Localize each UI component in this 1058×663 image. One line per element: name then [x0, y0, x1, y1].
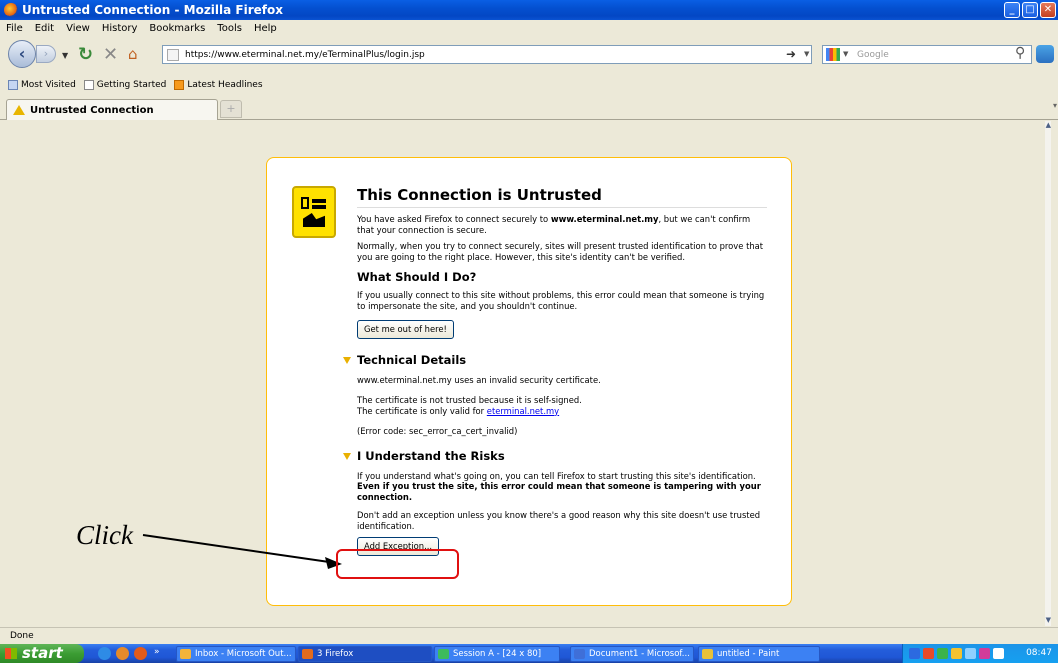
task-paint[interactable]: untitled - Paint — [698, 646, 820, 662]
page-title: This Connection is Untrusted — [357, 186, 767, 208]
maximize-button[interactable]: □ — [1022, 2, 1038, 18]
reload-icon[interactable]: ↻ — [78, 44, 93, 65]
bookmark-label: Most Visited — [21, 80, 76, 90]
bookmark-latest-headlines[interactable]: Latest Headlines — [174, 80, 263, 90]
close-button[interactable]: ✕ — [1040, 2, 1056, 18]
tab-title: Untrusted Connection — [30, 104, 154, 116]
risks-paragraph: If you understand what's going on, you c… — [357, 470, 761, 502]
forward-button[interactable]: › — [36, 45, 56, 63]
bookmark-getting-started[interactable]: Getting Started — [83, 80, 167, 90]
understand-risks-heading[interactable]: I Understand the Risks — [343, 449, 767, 463]
error-panel: This Connection is Untrusted You have as… — [266, 157, 792, 606]
tray-icon[interactable] — [965, 648, 976, 659]
system-tray: 08:47 — [902, 644, 1058, 663]
minimize-button[interactable]: _ — [1004, 2, 1020, 18]
url-text: https://www.eterminal.net.my/eTerminalPl… — [185, 49, 425, 60]
tab-list-icon[interactable]: ▾ — [1053, 101, 1057, 110]
search-input[interactable]: ▼ Google — [822, 45, 1032, 64]
what-should-i-do-text: If you usually connect to this site with… — [357, 290, 765, 311]
intro-paragraph: You have asked Firefox to connect secure… — [357, 214, 751, 235]
go-arrow-icon[interactable]: ➜ — [786, 47, 796, 61]
tray-icon[interactable] — [909, 648, 920, 659]
start-button[interactable]: start — [0, 644, 84, 663]
page-icon — [83, 80, 94, 90]
tab-strip: Untrusted Connection + ▾ — [0, 98, 1058, 120]
task-inbox[interactable]: Inbox - Microsoft Out... — [176, 646, 296, 662]
tech-detail-line: The certificate is not trusted because i… — [357, 395, 582, 405]
internet-explorer-icon[interactable] — [98, 647, 111, 660]
folder-icon — [8, 80, 18, 90]
error-body: This Connection is Untrusted You have as… — [343, 186, 767, 556]
tech-detail-line: The certificate is only valid for etermi… — [357, 405, 560, 416]
menu-tools[interactable]: Tools — [217, 23, 242, 34]
windows-logo-icon — [5, 648, 17, 659]
search-icon[interactable]: ⚲ — [1015, 45, 1025, 61]
get-me-out-button[interactable]: Get me out of here! — [357, 320, 454, 339]
task-session[interactable]: Session A - [24 x 80] — [434, 646, 560, 662]
navigation-toolbar: ‹ › ▼ ↻ ✕ ⌂ https://www.eterminal.net.my… — [0, 37, 1058, 71]
scroll-up-icon[interactable]: ▲ — [1046, 121, 1051, 129]
add-exception-highlight — [336, 549, 459, 579]
site-hostname: www.eterminal.net.my — [550, 214, 659, 224]
menu-history[interactable]: History — [102, 23, 138, 34]
url-bar[interactable]: https://www.eterminal.net.my/eTerminalPl… — [162, 45, 812, 64]
window-controls: _ □ ✕ — [1004, 2, 1056, 18]
certificate-domain-link[interactable]: eterminal.net.my — [487, 406, 559, 416]
firefox-icon — [4, 3, 18, 17]
stop-icon[interactable]: ✕ — [103, 44, 118, 65]
click-annotation-label: Click — [76, 520, 133, 550]
menu-view[interactable]: View — [66, 23, 90, 34]
tray-icon[interactable] — [937, 648, 948, 659]
menu-edit[interactable]: Edit — [35, 23, 54, 34]
home-icon[interactable]: ⌂ — [128, 45, 138, 63]
bookmark-most-visited[interactable]: Most Visited — [8, 80, 76, 90]
history-dropdown-icon[interactable]: ▼ — [62, 51, 68, 60]
error-code: (Error code: sec_error_ca_cert_invalid) — [357, 426, 518, 436]
firefox-quicklaunch-icon[interactable] — [134, 647, 147, 660]
what-should-i-do-heading: What Should I Do? — [357, 270, 477, 284]
search-placeholder: Google — [857, 49, 889, 60]
menu-bookmarks[interactable]: Bookmarks — [149, 23, 205, 34]
tray-icons — [909, 648, 1004, 659]
expand-triangle-icon — [343, 452, 351, 460]
exception-warning: Don't add an exception unless you know t… — [357, 510, 761, 531]
outlook-quicklaunch-icon[interactable] — [116, 647, 129, 660]
page-content: This Connection is Untrusted You have as… — [7, 121, 1051, 626]
tray-icon[interactable] — [923, 648, 934, 659]
page-favicon-icon — [167, 49, 179, 61]
menu-bar: File Edit View History Bookmarks Tools H… — [0, 20, 1058, 37]
vertical-scrollbar[interactable]: ▲ ▼ — [1045, 121, 1051, 626]
addon-icon[interactable] — [1036, 45, 1054, 63]
url-dropdown-icon[interactable]: ▼ — [804, 50, 809, 58]
status-bar: Done — [0, 627, 1058, 644]
untrusted-guard-icon — [292, 186, 336, 238]
task-firefox[interactable]: 3 Firefox — [298, 646, 432, 662]
search-engine-dropdown-icon[interactable]: ▼ — [843, 50, 848, 58]
task-document[interactable]: Document1 - Microsof... — [570, 646, 694, 662]
tray-icon[interactable] — [951, 648, 962, 659]
warning-icon — [13, 105, 25, 115]
windows-taskbar: start » Inbox - Microsoft Out... 3 Firef… — [0, 644, 1058, 663]
rss-feed-icon — [174, 80, 185, 90]
back-button[interactable]: ‹ — [8, 40, 36, 68]
tech-detail-line: www.eterminal.net.my uses an invalid sec… — [357, 374, 601, 385]
volume-icon[interactable] — [993, 648, 1004, 659]
tray-icon[interactable] — [979, 648, 990, 659]
explanation-paragraph: Normally, when you try to connect secure… — [357, 241, 764, 262]
more-quicklaunch-icon[interactable]: » — [154, 647, 160, 657]
expand-triangle-icon — [343, 356, 351, 364]
clock: 08:47 — [1026, 648, 1052, 658]
window-title-bar: Untrusted Connection - Mozilla Firefox _… — [0, 0, 1058, 20]
menu-help[interactable]: Help — [254, 23, 277, 34]
bookmarks-toolbar: Most Visited Getting Started Latest Head… — [0, 77, 1058, 93]
new-tab-button[interactable]: + — [220, 100, 242, 118]
technical-details-heading[interactable]: Technical Details — [343, 353, 767, 367]
bookmark-label: Latest Headlines — [187, 80, 263, 90]
scroll-down-icon[interactable]: ▼ — [1046, 616, 1051, 624]
google-search-engine-icon[interactable] — [826, 48, 840, 61]
bookmark-label: Getting Started — [96, 80, 167, 90]
tab-untrusted-connection[interactable]: Untrusted Connection — [6, 99, 218, 120]
window-title: Untrusted Connection - Mozilla Firefox — [22, 3, 283, 17]
menu-file[interactable]: File — [6, 23, 23, 34]
